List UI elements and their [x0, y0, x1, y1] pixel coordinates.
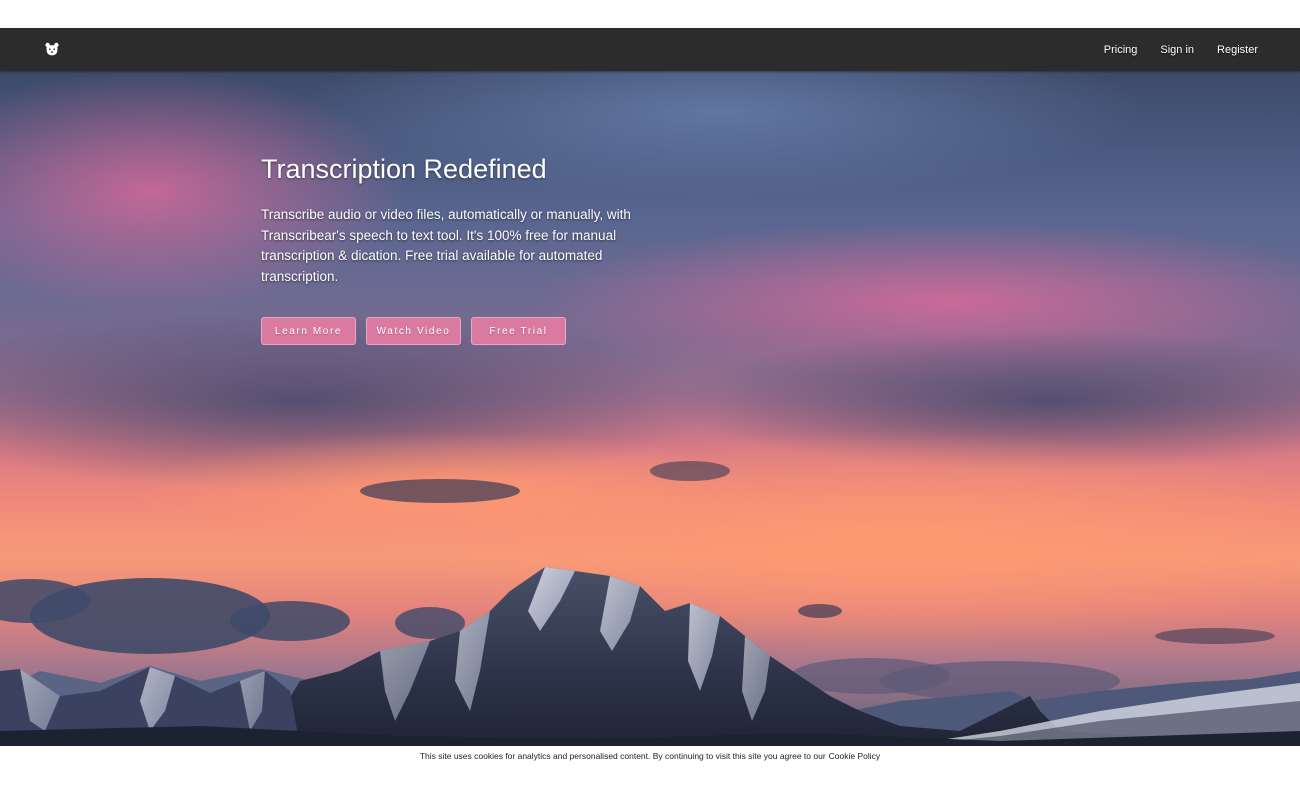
- nav-link-sign-in[interactable]: Sign in: [1160, 44, 1194, 56]
- cookie-policy-link[interactable]: Cookie Policy: [829, 751, 881, 761]
- hero-title: Transcription Redefined: [261, 154, 547, 184]
- hero-description: Transcribe audio or video files, automat…: [261, 207, 631, 284]
- cookie-banner: This site uses cookies for analytics and…: [0, 746, 1300, 762]
- bear-icon[interactable]: [44, 41, 60, 57]
- nav-links: Pricing Sign in Register: [1104, 28, 1258, 71]
- cookie-text: This site uses cookies for analytics and…: [419, 751, 826, 761]
- watch-video-button[interactable]: Watch Video: [366, 317, 461, 346]
- free-trial-button[interactable]: Free Trial: [471, 317, 566, 346]
- top-navbar: Pricing Sign in Register: [0, 28, 1300, 71]
- nav-link-pricing[interactable]: Pricing: [1104, 44, 1138, 56]
- hero-buttons: Learn More Watch Video Free Trial: [261, 317, 681, 346]
- learn-more-button[interactable]: Learn More: [261, 317, 356, 346]
- hero-section: Transcription Redefined Transcribe audio…: [0, 71, 1300, 746]
- page: Pricing Sign in Register Transcription R…: [0, 0, 1300, 788]
- hero-content: Transcription Redefined Transcribe audio…: [261, 153, 681, 346]
- nav-link-register[interactable]: Register: [1217, 44, 1258, 56]
